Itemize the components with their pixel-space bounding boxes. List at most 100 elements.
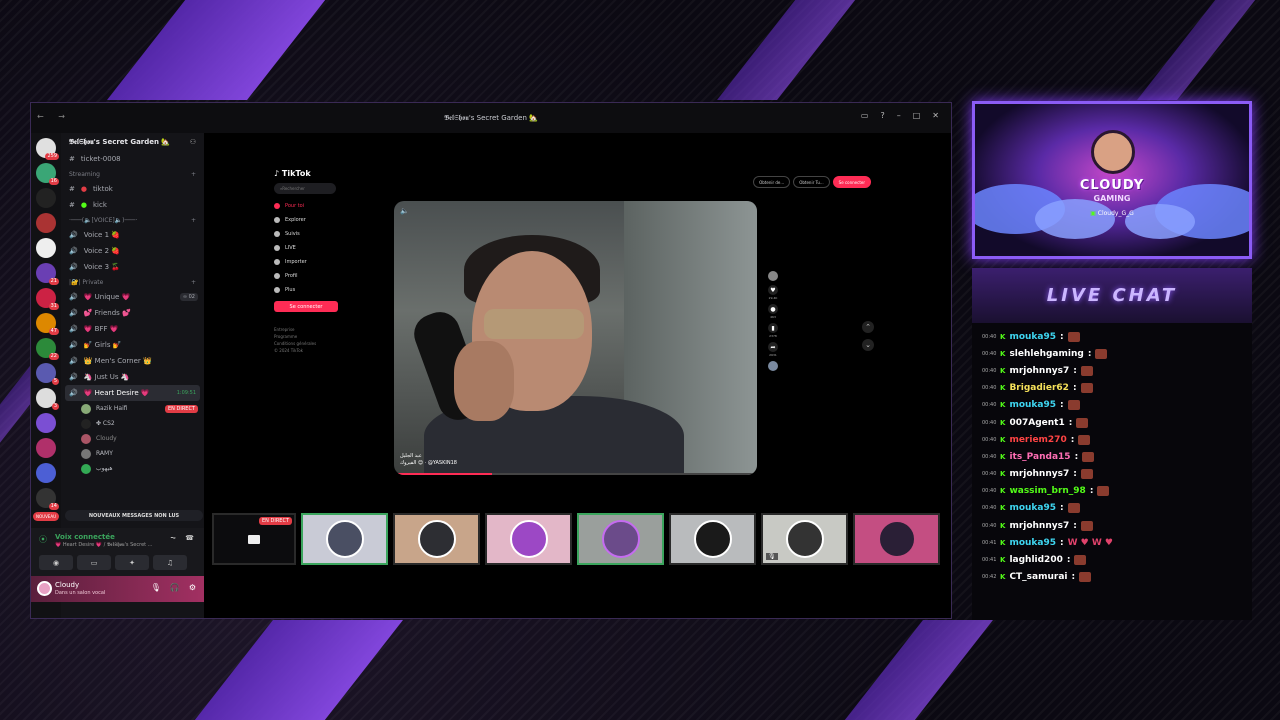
activity-button[interactable]: ✦	[115, 555, 149, 570]
noise-icon[interactable]: ⏦	[170, 534, 176, 543]
channel-mens-corner[interactable]: 🔊 👑 Men's Corner 👑	[61, 353, 204, 369]
help-icon[interactable]: ?	[880, 111, 884, 120]
get-tiktok-button[interactable]: Obtenir Tu...	[793, 176, 830, 188]
new-badge[interactable]: NOUVEAU	[33, 512, 59, 521]
participant-tile[interactable]	[669, 513, 756, 565]
screenshare-button[interactable]: ▭	[77, 555, 111, 570]
chat-username[interactable]: CT_samurai	[1009, 572, 1067, 582]
tiktok-top-login-button[interactable]: Se connecter	[832, 176, 871, 188]
voice-member[interactable]: هيهوب	[61, 461, 204, 476]
chevron-up-icon[interactable]: ⌃	[862, 321, 874, 333]
chat-username[interactable]: mouka95	[1009, 538, 1056, 548]
server-icon[interactable]	[36, 188, 56, 208]
tiktok-search-input[interactable]: ⌕ Rechercher	[274, 183, 336, 194]
channel-just-us[interactable]: 🔊 🦄 Just Us 🦄	[61, 369, 204, 385]
server-icon[interactable]: 259	[36, 138, 59, 160]
voice-member[interactable]: Cloudy	[61, 431, 204, 446]
category-streaming[interactable]: Streaming +	[61, 167, 204, 181]
avatar[interactable]	[37, 581, 52, 596]
server-icon[interactable]: 5	[36, 363, 59, 385]
chat-username[interactable]: mrjohnnys7	[1009, 521, 1069, 531]
channel-kick[interactable]: # ● kick	[61, 197, 204, 213]
chat-username[interactable]: mouka95	[1009, 332, 1056, 342]
server-icon[interactable]	[36, 438, 56, 458]
server-folder-icon[interactable]	[36, 463, 56, 483]
server-icon[interactable]: 47	[36, 313, 59, 335]
channel-friends[interactable]: 🔊 💕 Friends 💕	[61, 305, 204, 321]
server-icon[interactable]	[36, 238, 56, 258]
channel-bff[interactable]: 🔊 💗 BFF 💗	[61, 321, 204, 337]
chat-username[interactable]: 007Agent1	[1009, 418, 1064, 428]
disconnect-icon[interactable]: ☎	[185, 534, 194, 542]
tiktok-logo[interactable]: ♪ TikTok	[274, 169, 344, 178]
participant-tile[interactable]: 🎙	[761, 513, 848, 565]
heart-icon[interactable]: ♥	[768, 285, 778, 295]
server-header[interactable]: 𝕭𝖊𝖑𝕾𝖍𝖔𝖚's Secret Garden 🏡 ⚇	[61, 133, 204, 151]
music-disc-icon[interactable]	[768, 361, 778, 371]
server-icon[interactable]: 22	[36, 338, 59, 360]
maximize-button[interactable]: □	[913, 111, 921, 120]
voice-member[interactable]: ✤ CS2	[61, 416, 204, 431]
channel-girls[interactable]: 🔊 💅 Girls 💅	[61, 337, 204, 353]
voice-member[interactable]: Razik Haifi EN DIRECT	[61, 401, 204, 416]
close-button[interactable]: ✕	[932, 111, 939, 120]
chat-username[interactable]: Brigadier62	[1009, 383, 1069, 393]
tiktok-login-button[interactable]: Se connecter	[274, 301, 338, 312]
nav-arrows-icon[interactable]: ← →	[37, 112, 71, 121]
channel-unique[interactable]: 🔊 💗 Unique 💗 ∞ 02	[61, 289, 204, 305]
tiktok-nav-live[interactable]: LIVE	[274, 241, 344, 255]
bookmark-icon[interactable]: ▮	[768, 323, 778, 333]
chat-username[interactable]: mrjohnnys7	[1009, 469, 1069, 479]
server-icon[interactable]: 3	[36, 388, 59, 410]
channel-voice-1[interactable]: 🔊 Voice 1 🍓	[61, 227, 204, 243]
channel-heart-desire[interactable]: 🔊 💗 Heart Desire 💗 1:09:51	[65, 385, 200, 401]
new-messages-bar[interactable]: NOUVEAUX MESSAGES NON LUS	[65, 510, 203, 521]
inbox-icon[interactable]: ▭	[861, 111, 869, 120]
creator-avatar[interactable]	[768, 271, 778, 281]
chat-username[interactable]: mrjohnnys7	[1009, 366, 1069, 376]
chat-username[interactable]: its_Panda15	[1009, 452, 1070, 462]
chat-username[interactable]: meriem270	[1009, 435, 1066, 445]
tiktok-nav-more[interactable]: Plus	[274, 283, 344, 297]
get-app-button[interactable]: Obtenir de...	[753, 176, 791, 188]
chevron-down-icon[interactable]: ⌄	[862, 339, 874, 351]
share-icon[interactable]: ➦	[768, 342, 778, 352]
tiktok-nav-profile[interactable]: Profil	[274, 269, 344, 283]
add-member-icon[interactable]: ⚇	[190, 138, 196, 146]
category-private[interactable]: |🔐| Private +	[61, 275, 204, 289]
camera-button[interactable]: ◉	[39, 555, 73, 570]
tiktok-nav-for-you[interactable]: Pour toi	[274, 199, 344, 213]
server-icon[interactable]	[36, 413, 56, 433]
server-icon[interactable]: 21	[36, 263, 59, 285]
channel-tiktok[interactable]: # ● tiktok	[61, 181, 204, 197]
screenshare-tile[interactable]: EN DIRECT	[212, 513, 296, 565]
server-icon[interactable]: 14	[36, 488, 59, 510]
soundboard-button[interactable]: ♫	[153, 555, 187, 570]
tiktok-nav-explore[interactable]: Explorer	[274, 213, 344, 227]
comment-icon[interactable]: ●	[768, 304, 778, 314]
voice-member[interactable]: RAMY	[61, 446, 204, 461]
channel-voice-3[interactable]: 🔊 Voice 3 🍒	[61, 259, 204, 275]
participant-tile[interactable]	[577, 513, 664, 565]
participant-tile[interactable]	[485, 513, 572, 565]
tiktok-video[interactable]: 🔈 عبد الجليل الفيروك 😊 · @YASKIN18	[394, 201, 757, 475]
chat-username[interactable]: laghlid200	[1009, 555, 1062, 565]
gear-icon[interactable]: ⚙	[189, 583, 196, 592]
chat-username[interactable]: mouka95	[1009, 400, 1056, 410]
headphones-icon[interactable]: 🎧	[170, 583, 180, 592]
chat-username[interactable]: wassim_brn_98	[1009, 486, 1085, 496]
participant-tile[interactable]	[853, 513, 940, 565]
participant-tile[interactable]	[301, 513, 388, 565]
participant-tile[interactable]	[393, 513, 480, 565]
chat-username[interactable]: slehlehgaming	[1009, 349, 1083, 359]
volume-icon[interactable]: 🔈	[400, 207, 409, 215]
channel-ticket[interactable]: # ticket-0008	[61, 151, 204, 167]
server-icon[interactable]	[36, 213, 56, 233]
server-icon[interactable]: 16	[36, 163, 59, 185]
tiktok-nav-upload[interactable]: Importer	[274, 255, 344, 269]
voice-location[interactable]: 💗 Heart Desire 💗 / 𝕭𝖊𝖑𝕾𝖍𝖔𝖚's Secret ...	[55, 542, 152, 548]
server-icon[interactable]: 31	[36, 288, 59, 310]
chat-username[interactable]: mouka95	[1009, 503, 1056, 513]
video-progress[interactable]	[394, 473, 757, 475]
minimize-button[interactable]: –	[897, 111, 901, 120]
